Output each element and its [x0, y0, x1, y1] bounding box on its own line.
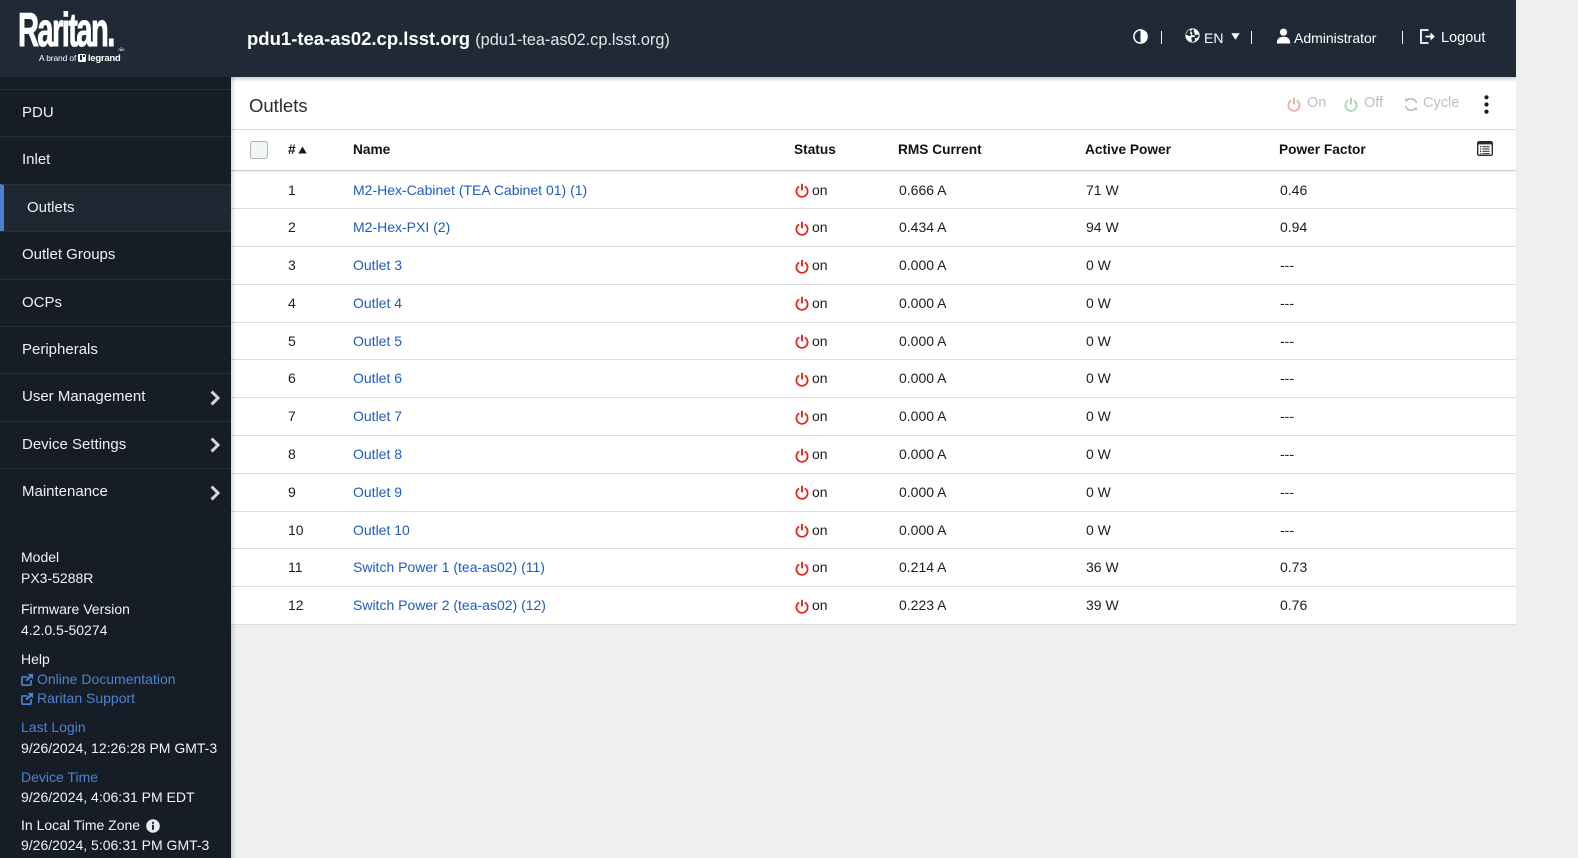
svg-text:®: ®	[119, 47, 125, 52]
svg-text:Raritan.: Raritan.	[18, 9, 115, 51]
